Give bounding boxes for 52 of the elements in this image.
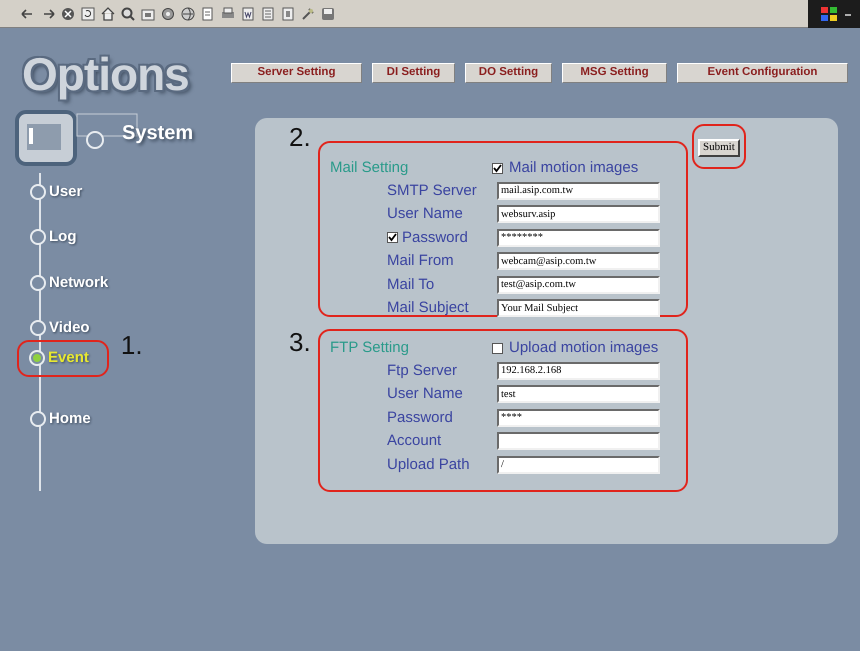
nav-item[interactable]: Log [0, 224, 82, 249]
field-label: User Name [387, 384, 464, 404]
field-label: Password [387, 408, 454, 428]
tab[interactable]: DI Setting [372, 63, 455, 83]
field-label: Upload Path [387, 454, 471, 474]
nav-item[interactable]: Home [0, 406, 97, 431]
checkbox-option[interactable]: Password [387, 226, 497, 249]
input-field[interactable] [497, 432, 660, 450]
tab[interactable]: MSG Setting [562, 63, 667, 83]
field-label: SMTP Server [387, 180, 478, 200]
tab[interactable]: DO Setting [465, 63, 552, 83]
section-title: Mail Setting [330, 158, 410, 178]
nav-item[interactable]: User [0, 180, 88, 204]
globe-icon[interactable] [180, 6, 196, 22]
field-label: Mail Subject [387, 298, 470, 318]
submit-button[interactable]: Submit [698, 138, 740, 156]
annotation-number: 1. [120, 332, 143, 358]
checkbox-option[interactable]: Upload motion images [492, 336, 658, 360]
check-icon [388, 233, 397, 242]
field-label: Mail To [387, 274, 436, 294]
input-field[interactable]: websurv.asip [497, 205, 660, 224]
input-field[interactable]: Your Mail Subject [497, 299, 660, 318]
field-label: Ftp Server [387, 360, 458, 380]
tab[interactable]: Event Configuration [677, 63, 848, 83]
field-label: User Name [387, 204, 464, 224]
input-field[interactable]: test@asip.com.tw [497, 276, 660, 294]
check-icon [493, 164, 502, 172]
input-field[interactable]: ******** [497, 228, 660, 247]
annotation-number: 3. [289, 327, 311, 357]
input-field[interactable]: webcam@asip.com.tw [497, 252, 660, 270]
input-field[interactable]: mail.asip.com.tw [497, 182, 660, 200]
windows-flag-icon [820, 6, 838, 22]
input-field[interactable]: / [497, 456, 660, 474]
home-icon[interactable] [100, 6, 116, 22]
page-icon[interactable] [260, 6, 276, 22]
annotation-number: 2. [289, 122, 311, 152]
word-document-icon[interactable] [240, 6, 256, 22]
nav-item[interactable]: Network [0, 271, 114, 296]
tab[interactable]: Server Setting [231, 63, 362, 83]
input-field[interactable]: 192.168.2.168 [497, 362, 660, 380]
nav-item[interactable]: Video [0, 316, 96, 340]
section-title: FTP Setting [330, 338, 410, 358]
field-label: Account [387, 431, 442, 451]
search-icon[interactable] [120, 6, 136, 22]
checkbox-option[interactable]: Mail motion images [492, 156, 638, 180]
refresh-icon[interactable] [80, 6, 96, 22]
system-heading[interactable]: System [122, 118, 194, 148]
options-logo: Options [22, 48, 189, 100]
input-field[interactable]: test [497, 385, 660, 404]
field-label: Mail From [387, 251, 455, 271]
input-field[interactable]: **** [497, 408, 660, 427]
stop-icon[interactable] [60, 6, 76, 22]
